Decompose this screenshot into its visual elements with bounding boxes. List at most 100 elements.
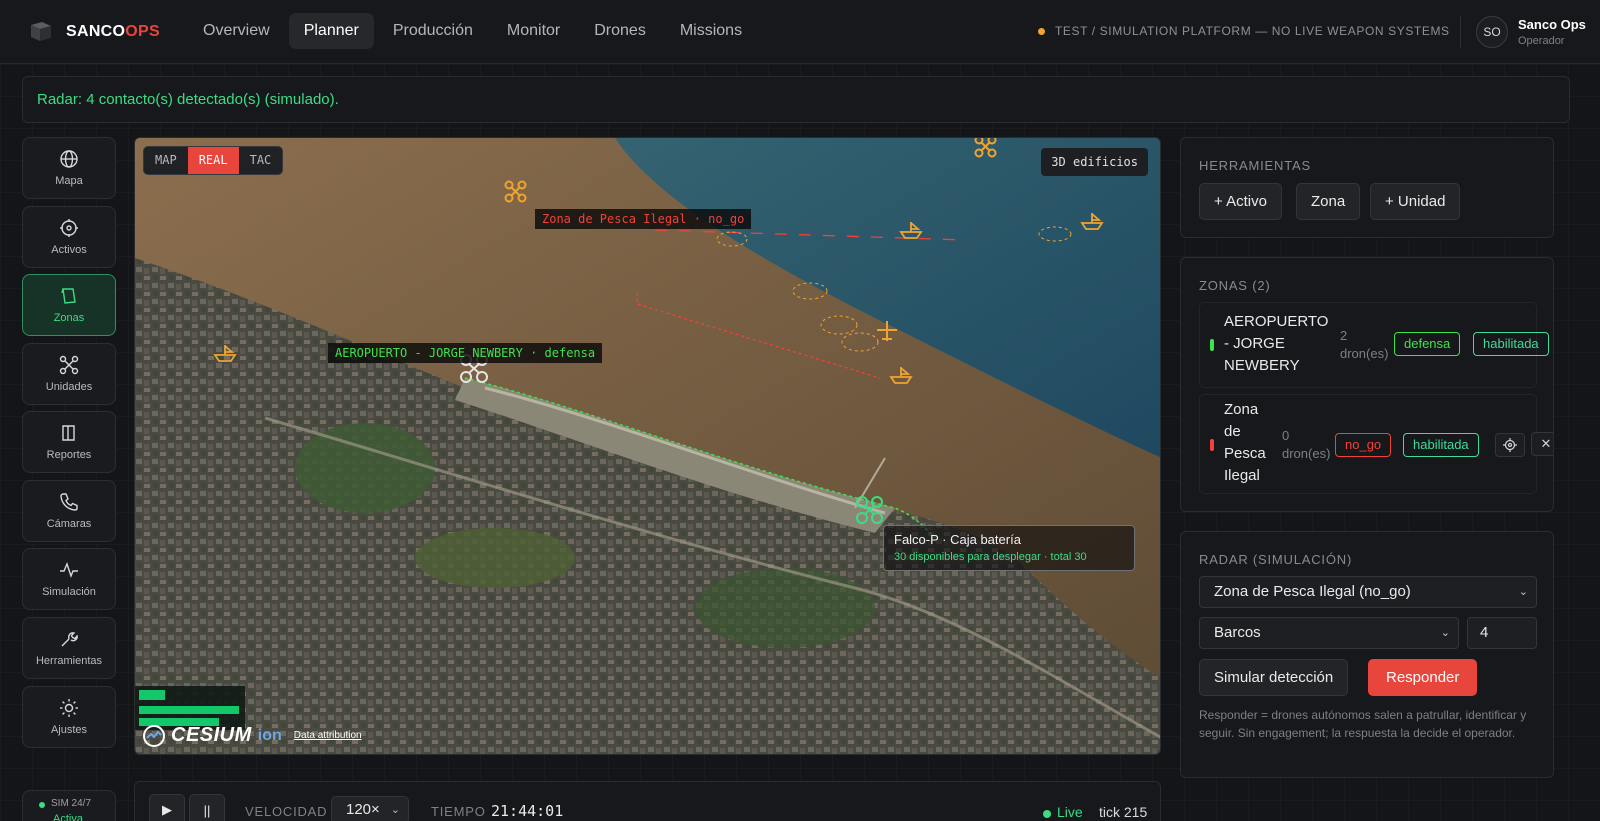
- map-mode-switch: MAP REAL TAC: [143, 146, 284, 175]
- sidebar-item-herramientas[interactable]: Herramientas: [22, 617, 116, 679]
- time-label: TIEMPO: [431, 804, 486, 819]
- sim-status-title: SIM 24/7: [51, 798, 92, 809]
- tab-drones[interactable]: Drones: [579, 13, 661, 49]
- sun-icon: [60, 699, 78, 717]
- simulation-warning: TEST / SIMULATION PLATFORM — NO LIVE WEA…: [1038, 24, 1450, 38]
- sidebar-item-reportes[interactable]: Reportes: [22, 411, 116, 473]
- warning-dot-icon: [1038, 27, 1045, 35]
- drone-marker: [504, 180, 527, 203]
- speed-value: 120×: [346, 801, 380, 818]
- locate-zone-button[interactable]: [1495, 433, 1525, 457]
- sidebar-item-label: Mapa: [55, 175, 83, 187]
- zone-row-aeropuerto[interactable]: AEROPUERTO - JORGE NEWBERY 2 dron(es) de…: [1199, 302, 1549, 388]
- map-viewport[interactable]: MAP REAL TAC 3D edificios Zona de Pesca …: [134, 137, 1161, 755]
- chevron-down-icon: ⌄: [390, 804, 400, 816]
- close-icon: ✕: [1540, 436, 1552, 451]
- delete-zone-button[interactable]: ✕: [1531, 432, 1553, 456]
- map-markers-layer: [213, 138, 1104, 524]
- tab-planner[interactable]: Planner: [288, 13, 374, 49]
- boat-contact-marker: [889, 367, 913, 384]
- cesium-attribution: CESIUM ion Data attribution: [143, 724, 362, 747]
- sidebar-item-camaras[interactable]: Cámaras: [22, 480, 116, 542]
- book-icon: [62, 425, 75, 441]
- sim-status: SIM 24/7 Activa: [22, 790, 116, 821]
- radar-panel: RADAR (SIMULACIÓN) Zona de Pesca Ilegal …: [1180, 531, 1554, 778]
- cesium-ion-text: ion: [257, 726, 282, 744]
- radar-count-input[interactable]: 4: [1467, 617, 1537, 649]
- tab-produccion[interactable]: Producción: [378, 13, 488, 49]
- unit-info-card[interactable]: Falco-P · Caja batería 30 disponibles pa…: [883, 525, 1135, 571]
- boat-contact-marker: [899, 222, 923, 239]
- zone-drone-count: 2 dron(es): [1340, 328, 1389, 361]
- aircraft-contact-marker: [877, 321, 897, 341]
- sidebar-item-unidades[interactable]: Unidades: [22, 343, 116, 405]
- boat-contact-marker: [213, 345, 237, 362]
- play-button[interactable]: ▶: [149, 794, 185, 821]
- time-value: 21:44:01: [491, 802, 564, 820]
- divider: [1460, 16, 1461, 48]
- sidebar-item-label: Unidades: [45, 381, 93, 393]
- no-go-zone-label: Zona de Pesca Ilegal · no_go: [535, 209, 752, 229]
- sim-status-dot-icon: [39, 802, 45, 808]
- unit-drone-marker: [856, 496, 883, 524]
- unit-info-title: Falco-P · Caja batería: [894, 532, 1021, 547]
- zone-color-indicator: [1210, 439, 1214, 451]
- sidebar-item-activos[interactable]: Activos: [22, 206, 116, 268]
- sidebar-item-label: Ajustes: [50, 724, 88, 736]
- mode-real-button[interactable]: REAL: [187, 147, 239, 174]
- target-icon: [1503, 438, 1517, 452]
- radar-target-select[interactable]: Barcos ⌄: [1199, 617, 1459, 649]
- zone-drone-count: 0 dron(es): [1282, 428, 1331, 461]
- sidebar-item-ajustes[interactable]: Ajustes: [22, 686, 116, 748]
- respond-button[interactable]: Responder: [1368, 659, 1478, 696]
- globe-icon: [60, 150, 78, 168]
- brand-name: SANCOOPS: [66, 23, 160, 40]
- drone-marker: [974, 138, 997, 158]
- sidebar-item-zonas[interactable]: Zonas: [22, 274, 116, 336]
- zone-type-badge: no_go: [1335, 433, 1392, 457]
- sidebar-item-label: Herramientas: [35, 655, 103, 667]
- avatar[interactable]: SO: [1476, 16, 1508, 48]
- add-unit-button[interactable]: + Unidad: [1370, 183, 1461, 220]
- sidebar-item-label: Activos: [51, 244, 87, 256]
- tab-monitor[interactable]: Monitor: [492, 13, 575, 49]
- add-zone-button[interactable]: Zona: [1296, 183, 1361, 220]
- zone-name: AEROPUERTO - JORGE NEWBERY: [1224, 313, 1329, 374]
- phone-icon: [60, 493, 78, 511]
- mode-tac-button[interactable]: TAC: [239, 147, 283, 174]
- zone-status-badge[interactable]: habilitada: [1403, 433, 1479, 457]
- sidebar-item-simulacion[interactable]: Simulación: [22, 548, 116, 610]
- playback-bar: ▶ || VELOCIDAD 120× ⌄ TIEMPO 21:44:01 Li…: [134, 781, 1161, 821]
- data-attribution-link[interactable]: Data attribution: [294, 730, 362, 741]
- live-dot-icon: [1043, 810, 1051, 818]
- zone-row-pesca[interactable]: Zona de Pesca Ilegal 0 dron(es) no_go ha…: [1199, 394, 1537, 494]
- tools-panel: HERRAMIENTAS + Activo Zona + Unidad: [1180, 137, 1554, 238]
- zone-status-badge[interactable]: habilitada: [1473, 332, 1549, 356]
- 3d-buildings-button[interactable]: 3D edificios: [1041, 148, 1148, 176]
- defense-zone-label: AEROPUERTO - JORGE NEWBERY · defensa: [328, 343, 603, 363]
- map-pin-icon: [61, 288, 76, 304]
- sidebar-item-mapa[interactable]: Mapa: [22, 137, 116, 199]
- tab-missions[interactable]: Missions: [665, 13, 757, 49]
- brand[interactable]: SANCOOPS: [28, 18, 160, 46]
- radar-note: Responder = drones autónomos salen a pat…: [1199, 708, 1527, 740]
- add-asset-button[interactable]: + Activo: [1199, 183, 1282, 220]
- warning-text: TEST / SIMULATION PLATFORM — NO LIVE WEA…: [1055, 24, 1450, 38]
- sidebar-item-label: Cámaras: [46, 518, 92, 530]
- cesium-logo-text: CESIUM: [171, 724, 252, 746]
- zone-type-badge: defensa: [1394, 332, 1461, 356]
- zones-panel: ZONAS (2) AEROPUERTO - JORGE NEWBERY 2 d…: [1180, 257, 1554, 512]
- radar-target-value: Barcos: [1214, 624, 1261, 641]
- radar-zone-value: Zona de Pesca Ilegal (no_go): [1214, 583, 1411, 600]
- live-label: Live: [1057, 804, 1083, 820]
- tools-title: HERRAMIENTAS: [1199, 158, 1311, 173]
- mode-map-button[interactable]: MAP: [144, 147, 188, 174]
- zone-color-indicator: [1210, 339, 1214, 351]
- pause-button[interactable]: ||: [189, 794, 225, 821]
- radar-zone-select[interactable]: Zona de Pesca Ilegal (no_go) ⌄: [1199, 576, 1537, 608]
- drone-icon: [59, 355, 79, 375]
- speed-select[interactable]: 120× ⌄: [331, 796, 409, 821]
- tab-overview[interactable]: Overview: [188, 13, 285, 49]
- activity-icon: [60, 562, 78, 579]
- simulate-detection-button[interactable]: Simular detección: [1199, 659, 1349, 696]
